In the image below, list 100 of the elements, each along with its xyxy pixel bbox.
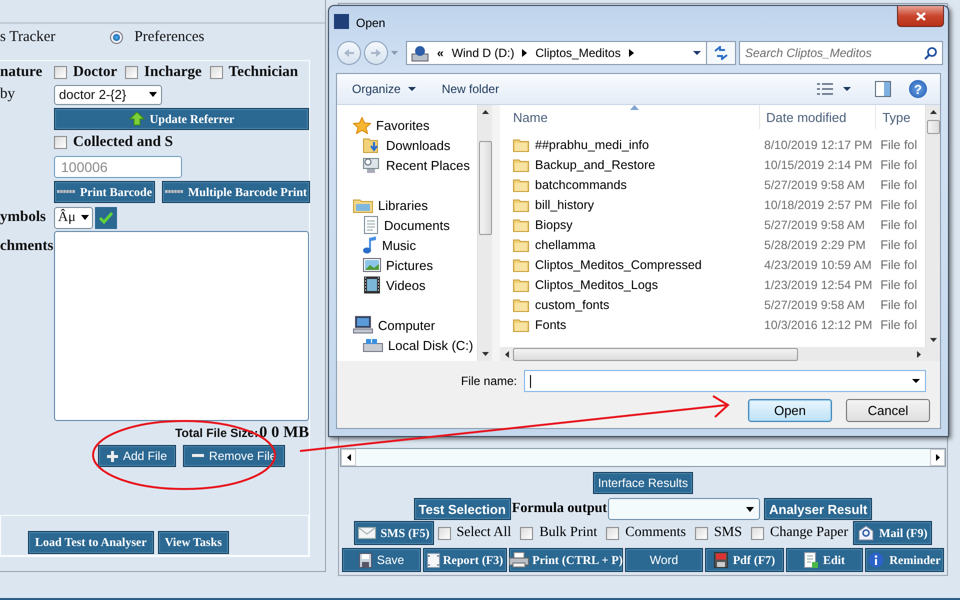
interface-results-button[interactable]: Interface Results — [592, 472, 694, 494]
address-bar[interactable]: « Wind D (D:) Cliptos_Meditos — [406, 41, 707, 65]
edit-button[interactable]: Edit — [786, 548, 863, 572]
breadcrumb-item[interactable]: Cliptos_Meditos — [535, 46, 621, 60]
checkbox[interactable] — [606, 526, 620, 540]
file-row[interactable]: custom_fonts 5/27/2019 9:58 AM File fol — [500, 295, 925, 315]
file-row[interactable]: chellamma 5/28/2019 2:29 PM File fol — [500, 235, 925, 255]
pdf-button[interactable]: Pdf (F7) — [705, 548, 784, 572]
navigation-item[interactable]: Favorites — [337, 115, 477, 135]
close-button[interactable] — [897, 6, 944, 27]
dropdown-arrow-icon — [81, 215, 89, 220]
print-button[interactable]: Print (CTRL + P) — [509, 548, 623, 572]
file-type: File fol — [879, 218, 918, 232]
multiple-barcode-print-button[interactable]: Multiple Barcode Print — [162, 181, 310, 203]
navigation-item[interactable]: Music — [337, 235, 477, 255]
checkbox[interactable] — [694, 526, 708, 540]
refresh-button[interactable] — [707, 41, 736, 65]
file-type: File fol — [879, 238, 918, 252]
navigation-item[interactable]: Recent Places — [337, 155, 477, 175]
barcode-field[interactable]: 100006 — [54, 156, 182, 178]
navigation-item[interactable]: Libraries — [337, 195, 477, 215]
date-modified: 5/28/2019 2:29 PM — [763, 238, 867, 252]
navigation-item[interactable]: Downloads — [337, 135, 477, 155]
envelope-icon — [358, 527, 376, 539]
radio-label: Preferences — [134, 28, 204, 46]
file-row[interactable]: Cliptos_Meditos_Compressed 4/23/2019 10:59 AM File fol — [500, 255, 925, 275]
vertical-scrollbar[interactable] — [925, 105, 940, 347]
column-header[interactable]: Date modified — [760, 105, 876, 129]
dialog-button[interactable]: Open — [748, 399, 832, 422]
file-row[interactable]: ##prabhu_medi_info 8/10/2019 12:17 PM File fol — [500, 135, 925, 155]
view-list-icon[interactable] — [817, 82, 833, 96]
file-row[interactable]: batchcommands 5/27/2019 9:58 AM File fol — [500, 175, 925, 195]
info-icon — [868, 552, 884, 568]
dialog-button[interactable]: Cancel — [846, 399, 930, 422]
analyser-result-button[interactable]: Analyser Result — [764, 498, 872, 520]
navigation-item[interactable]: Documents — [337, 215, 477, 235]
update-referrer-button[interactable]: Update Referrer — [54, 108, 309, 130]
search-field[interactable]: Search Cliptos_Meditos — [739, 41, 943, 65]
breadcrumb-overflow[interactable]: « — [437, 46, 444, 60]
back-button[interactable] — [337, 41, 361, 65]
file-name: ##prabhu_medi_info — [535, 138, 649, 152]
navigation-item[interactable]: Videos — [337, 275, 477, 295]
checkbox[interactable] — [54, 66, 67, 78]
file-row[interactable]: Fonts 10/3/2016 12:12 PM File fol — [500, 315, 925, 335]
file-row[interactable]: Biopsy 5/27/2019 9:58 AM File fol — [500, 215, 925, 235]
word-button[interactable]: Word — [625, 548, 703, 572]
report-button[interactable]: Report (F3) — [423, 548, 507, 572]
referrer-dropdown[interactable]: doctor 2-{2} — [54, 84, 162, 104]
apply-button[interactable] — [95, 206, 117, 228]
breadcrumb-arrow-icon — [628, 49, 634, 57]
symbol-dropdown[interactable]: Âμ — [54, 206, 93, 228]
file-row[interactable]: bill_history 10/18/2019 2:57 PM File fol — [500, 195, 925, 215]
file-name-field[interactable] — [524, 370, 926, 392]
reminder-button[interactable]: Reminder — [865, 548, 944, 572]
radio-button[interactable] — [110, 30, 124, 44]
test-selection-button[interactable]: Test Selection — [414, 498, 511, 520]
page-icon — [426, 552, 440, 568]
documents-icon — [363, 216, 379, 234]
file-name: Biopsy — [535, 218, 573, 232]
horizontal-scrollbar[interactable] — [500, 347, 940, 361]
scrollbar-thumb[interactable] — [513, 348, 798, 360]
pictures-icon — [363, 257, 381, 273]
file-name: Cliptos_Meditos_Compressed — [535, 258, 702, 272]
navigation-item[interactable]: Computer — [337, 315, 477, 335]
file-name: Backup_and_Restore — [535, 158, 656, 172]
toolbar-command[interactable]: New folder — [442, 82, 500, 96]
option-label: s Tracker — [0, 28, 56, 46]
breadcrumb-item[interactable]: Wind D (D:) — [452, 46, 514, 60]
file-row[interactable]: Backup_and_Restore 10/15/2019 2:14 PM File fol — [500, 155, 925, 175]
checkbox[interactable] — [438, 526, 450, 540]
forward-button[interactable] — [364, 41, 388, 65]
navigation-item[interactable]: Local Disk (C:) — [337, 335, 477, 355]
checkbox[interactable] — [54, 136, 67, 149]
date-modified: 8/10/2019 12:17 PM — [763, 138, 874, 152]
checkbox-label: Change Paper — [770, 525, 848, 541]
preview-pane-icon[interactable] — [875, 81, 891, 97]
horizontal-scrollbar[interactable] — [340, 448, 946, 467]
add-file-button[interactable]: Add File — [98, 445, 176, 467]
load-test-button[interactable]: Load Test to Analyser — [28, 531, 154, 554]
checkbox[interactable] — [751, 526, 764, 540]
caret-icon — [391, 51, 398, 55]
view-tasks-button[interactable]: View Tasks — [158, 531, 229, 554]
save-button[interactable]: Save — [342, 548, 421, 572]
formula-output-dropdown[interactable] — [608, 498, 760, 520]
column-header[interactable]: Type — [876, 105, 925, 129]
scrollbar-thumb[interactable] — [478, 141, 492, 235]
file-row[interactable]: Cliptos_Meditos_Logs 1/23/2019 12:54 PM File fol — [500, 275, 925, 295]
checkbox[interactable] — [520, 526, 534, 540]
vertical-scrollbar[interactable] — [477, 105, 492, 361]
checkbox[interactable] — [210, 66, 223, 78]
checkbox[interactable] — [125, 66, 138, 78]
navigation-item[interactable]: Pictures — [337, 255, 477, 275]
mail-button[interactable]: Mail (F9) — [853, 521, 932, 545]
print-barcode-button[interactable]: Print Barcode — [54, 181, 155, 203]
folder-icon — [513, 178, 529, 192]
date-modified: 4/23/2019 10:59 AM — [763, 258, 873, 272]
file-type: File fol — [879, 278, 918, 292]
sms-button[interactable]: SMS (F5) — [354, 521, 434, 545]
scrollbar-thumb[interactable] — [926, 120, 940, 134]
organize-menu[interactable]: Organize — [352, 82, 416, 96]
